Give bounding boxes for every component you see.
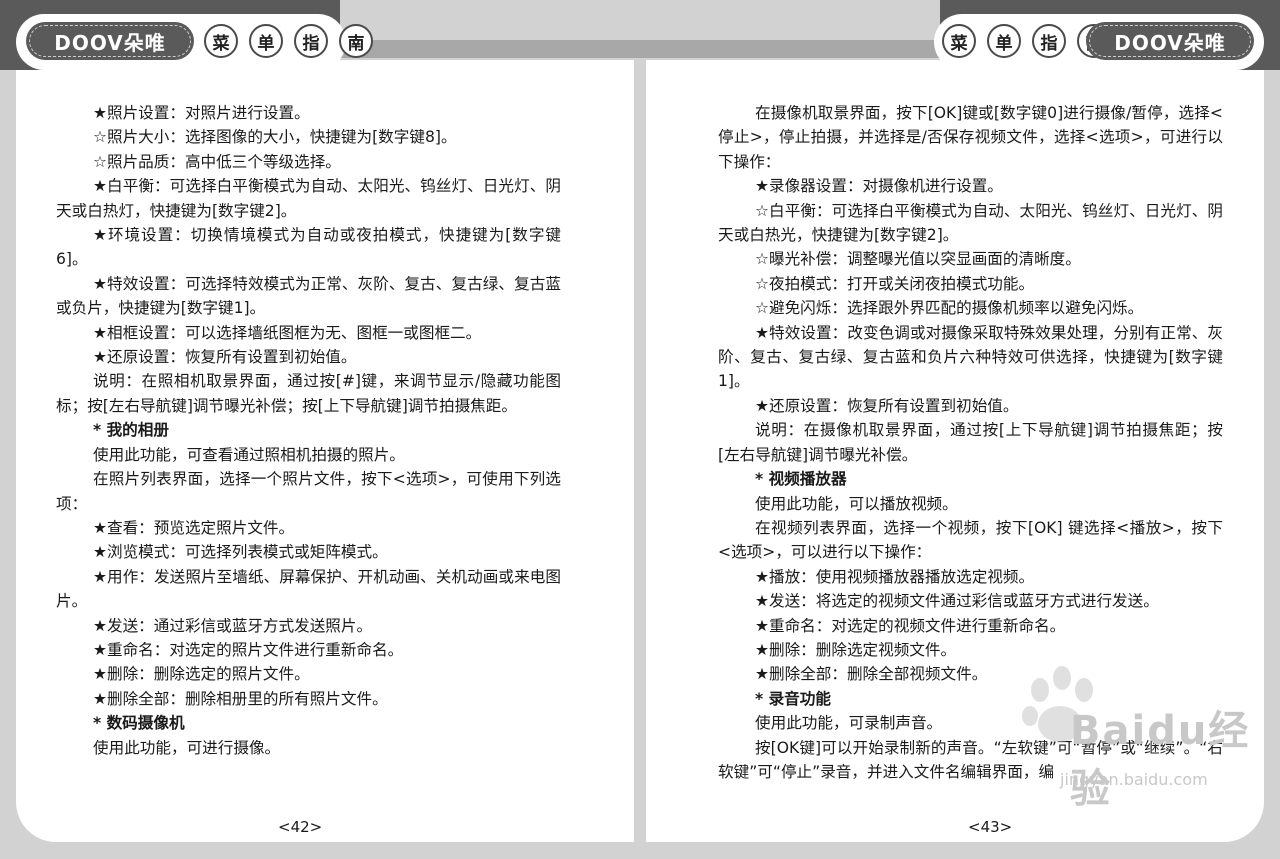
paragraph: 在视频列表界面，选择一个视频，按下[OK] 键选择<播放>，按下<选项>，可以进… (718, 518, 1223, 562)
book-spread: DOOV朵唯 菜 单 指 南 菜 单 指 南 DOOV朵唯 ★照片设置：对照片进… (0, 0, 1280, 859)
section-heading-video-player: * 视频播放器 (755, 470, 847, 489)
paragraph: ★录像器设置：对摄像机进行设置。 (755, 177, 1003, 196)
title-char: 菜 (204, 24, 238, 58)
paragraph: ☆避免闪烁：选择跟外界匹配的摄像机频率以避免闪烁。 (755, 299, 1144, 318)
paragraph: 使用此功能，可查看通过照相机拍摄的照片。 (93, 445, 405, 464)
paragraph: ★发送：通过彩信或蓝牙方式发送照片。 (93, 616, 373, 635)
header-center-strip (330, 40, 950, 58)
paragraph: ★浏览模式：可选择列表模式或矩阵模式。 (93, 543, 388, 562)
logo-border (1089, 25, 1251, 57)
paragraph: ★特效设置：可选择特效模式为正常、灰阶、复古、复古绿、复古蓝或负片，快捷键为[数… (56, 274, 561, 318)
paragraph: ★照片设置：对照片进行设置。 (93, 104, 310, 122)
page-number-left: <42> (278, 818, 323, 836)
paragraph: ★环境设置：切换情境模式为自动或夜拍模式，快捷键为[数字键6]。 (56, 226, 561, 269)
paragraph: ★还原设置：恢复所有设置到初始值。 (93, 348, 357, 367)
paragraph: ★相框设置：可以选择墙纸图框为无、图框一或图框二。 (93, 323, 482, 342)
menu-guide-title-left: 菜 单 指 南 (204, 24, 373, 58)
paragraph: ★发送：将选定的视频文件通过彩信或蓝牙方式进行发送。 (755, 592, 1159, 611)
title-char: 菜 (942, 24, 976, 58)
paragraph: ☆白平衡：可选择白平衡模式为自动、太阳光、钨丝灯、日光灯、阴天或白热光，快捷键为… (718, 201, 1223, 245)
section-heading-my-album: * 我的相册 (93, 421, 169, 440)
paragraph: ☆夜拍模式：打开或关闭夜拍模式功能。 (755, 274, 1035, 293)
title-char: 单 (249, 24, 283, 58)
paragraph: ★删除全部：删除相册里的所有照片文件。 (93, 689, 388, 708)
paragraph: ★白平衡：可选择白平衡模式为自动、太阳光、钨丝灯、日光灯、阴天或白热灯，快捷键为… (56, 177, 561, 220)
paragraph: ★删除：删除选定视频文件。 (755, 640, 957, 659)
brand-logo-left: DOOV朵唯 (26, 22, 194, 60)
brand-logo-right: DOOV朵唯 (1086, 22, 1254, 60)
section-heading-camcorder: * 数码摄像机 (93, 714, 185, 733)
paragraph: ★删除：删除选定的照片文件。 (93, 665, 310, 684)
left-page-body: ★照片设置：对照片进行设置。 ☆照片大小：选择图像的大小，快捷键为[数字键8]。… (56, 101, 561, 760)
paragraph: ★播放：使用视频播放器播放选定视频。 (755, 567, 1035, 586)
paragraph: ★特效设置：改变色调或对摄像采取特殊效果处理，分别有正常、灰阶、复古、复古绿、复… (718, 323, 1223, 391)
paragraph: 使用此功能，可以播放视频。 (755, 494, 958, 513)
paragraph: 说明：在照相机取景界面，通过按[#]键，来调节显示/隐藏功能图标；按[左右导航键… (56, 372, 561, 415)
title-char: 指 (1032, 24, 1066, 58)
paragraph: ★用作：发送照片至墙纸、屏幕保护、开机动画、关机动画或来电图片。 (56, 567, 561, 611)
paragraph: ★查看：预览选定照片文件。 (93, 518, 295, 537)
paragraph: 使用此功能，可进行摄像。 (93, 738, 281, 757)
paragraph: 说明：在摄像机取景界面，通过按[上下导航键]调节拍摄焦距；按[左右导航键]调节曝… (718, 421, 1223, 464)
title-char: 单 (987, 24, 1021, 58)
title-char: 指 (294, 24, 328, 58)
paragraph: ☆照片大小：选择图像的大小，快捷键为[数字键8]。 (93, 128, 457, 147)
logo-border (29, 25, 191, 57)
paragraph: ★重命名：对选定的视频文件进行重新命名。 (755, 616, 1066, 635)
page-number-right: <43> (968, 818, 1013, 836)
paragraph: ☆曝光补偿：调整曝光值以突显画面的清晰度。 (755, 250, 1081, 269)
paragraph: ★重命名：对选定的照片文件进行重新命名。 (93, 640, 404, 659)
title-char: 南 (339, 24, 373, 58)
paragraph: ☆照片品质：高中低三个等级选择。 (93, 152, 341, 171)
watermark-text: Baidu经验 (1070, 708, 1251, 812)
paragraph: 在照片列表界面，选择一个照片文件，按下<选项>，可使用下列选项： (56, 470, 561, 513)
paragraph: ★还原设置：恢复所有设置到初始值。 (755, 396, 1019, 415)
watermark-url: jingyan.baidu.com (1060, 770, 1208, 789)
paragraph: 在摄像机取景界面，按下[OK]键或[数字键0]进行摄像/暂停，选择<停止>，停止… (718, 104, 1223, 171)
